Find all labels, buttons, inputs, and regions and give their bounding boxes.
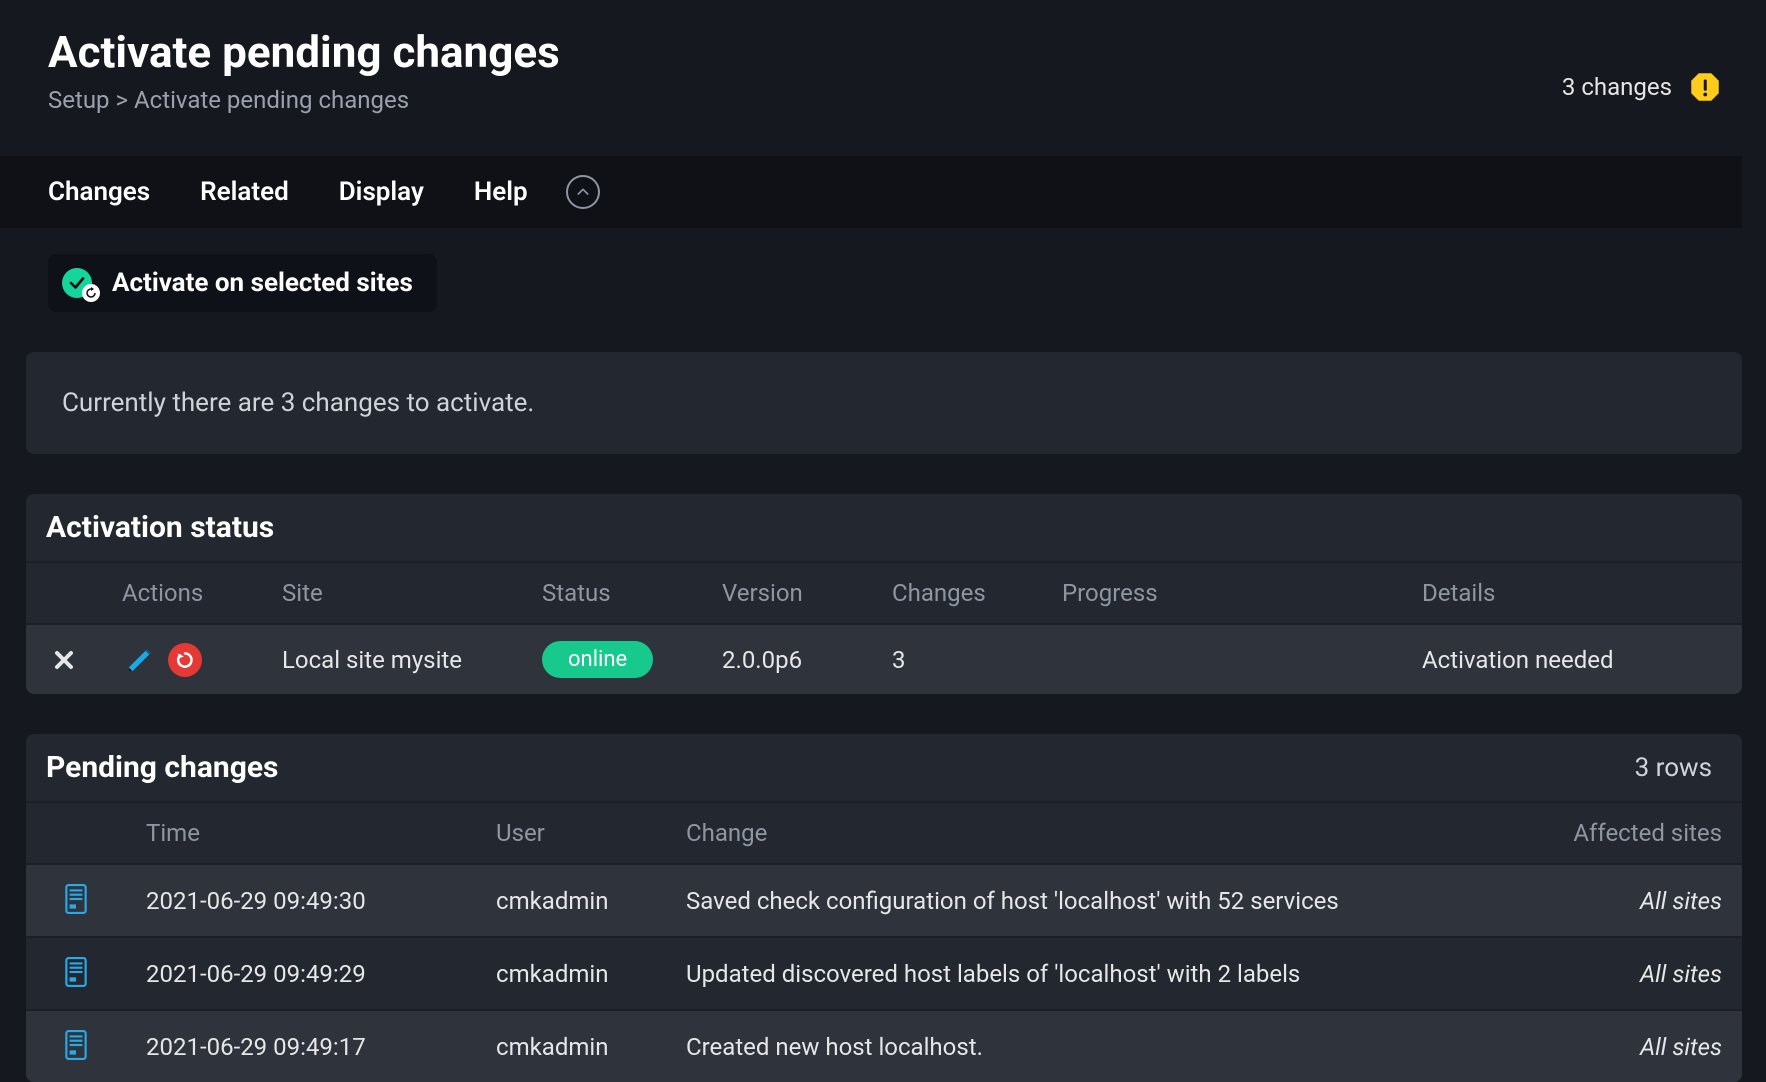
activate-icon [62, 268, 98, 298]
menu-changes[interactable]: Changes [48, 177, 150, 207]
col-status: Status [522, 563, 702, 624]
page-title: Activate pending changes [48, 28, 560, 76]
activate-button-label: Activate on selected sites [112, 268, 413, 298]
collapse-menubar-button[interactable] [566, 175, 600, 209]
pending-changes-section: Pending changes 3 rows Time User Change … [26, 734, 1742, 1082]
change-user: cmkadmin [476, 1010, 666, 1082]
col-affected: Affected sites [1522, 803, 1742, 864]
restart-site-button[interactable] [168, 643, 202, 677]
change-user: cmkadmin [476, 864, 666, 937]
change-time: 2021-06-29 09:49:30 [126, 864, 476, 937]
change-time: 2021-06-29 09:49:29 [126, 937, 476, 1010]
change-text: Updated discovered host labels of 'local… [666, 937, 1522, 1010]
change-user: cmkadmin [476, 937, 666, 1010]
change-affected: All sites [1522, 937, 1742, 1010]
col-changes: Changes [872, 563, 1042, 624]
activation-row: Local site mysite online 2.0.0p6 3 Activ… [26, 624, 1742, 694]
pending-row: 2021-06-29 09:49:17 cmkadmin Created new… [26, 1010, 1742, 1082]
pending-changes-row-count: 3 rows [1635, 753, 1712, 783]
col-change: Change [666, 803, 1522, 864]
change-affected: All sites [1522, 864, 1742, 937]
info-panel: Currently there are 3 changes to activat… [26, 352, 1742, 454]
host-icon [62, 1027, 90, 1063]
menubar: Changes Related Display Help [0, 156, 1742, 228]
warning-icon[interactable] [1690, 72, 1720, 102]
breadcrumb[interactable]: Setup > Activate pending changes [48, 86, 560, 114]
site-name: Local site mysite [262, 624, 522, 694]
change-time: 2021-06-29 09:49:17 [126, 1010, 476, 1082]
activate-on-selected-sites-button[interactable]: Activate on selected sites [48, 254, 437, 312]
col-progress: Progress [1042, 563, 1402, 624]
col-time: Time [126, 803, 476, 864]
site-details: Activation needed [1402, 624, 1742, 694]
changes-count-label: 3 changes [1562, 73, 1672, 101]
deselect-site-button[interactable] [46, 642, 82, 678]
info-text: Currently there are 3 changes to activat… [62, 388, 534, 418]
col-user: User [476, 803, 666, 864]
change-text: Saved check configuration of host 'local… [666, 864, 1522, 937]
col-details: Details [1402, 563, 1742, 624]
col-site: Site [262, 563, 522, 624]
menu-help[interactable]: Help [474, 177, 528, 207]
host-icon [62, 954, 90, 990]
site-version: 2.0.0p6 [702, 624, 872, 694]
change-text: Created new host localhost. [666, 1010, 1522, 1082]
status-badge: online [542, 641, 653, 678]
pending-row: 2021-06-29 09:49:30 cmkadmin Saved check… [26, 864, 1742, 937]
activation-status-title: Activation status [46, 510, 274, 545]
col-actions: Actions [102, 563, 262, 624]
change-affected: All sites [1522, 1010, 1742, 1082]
site-changes: 3 [872, 624, 1042, 694]
activation-status-section: Activation status Actions Site Status Ve… [26, 494, 1742, 694]
col-version: Version [702, 563, 872, 624]
edit-site-button[interactable] [122, 642, 158, 678]
menu-related[interactable]: Related [200, 177, 289, 207]
host-icon [62, 881, 90, 917]
pending-changes-title: Pending changes [46, 750, 278, 785]
activation-status-table: Actions Site Status Version Changes Prog… [26, 563, 1742, 694]
menu-display[interactable]: Display [339, 177, 424, 207]
pending-changes-table: Time User Change Affected sites 2021-06-… [26, 803, 1742, 1082]
site-progress [1042, 624, 1402, 694]
pending-row: 2021-06-29 09:49:29 cmkadmin Updated dis… [26, 937, 1742, 1010]
